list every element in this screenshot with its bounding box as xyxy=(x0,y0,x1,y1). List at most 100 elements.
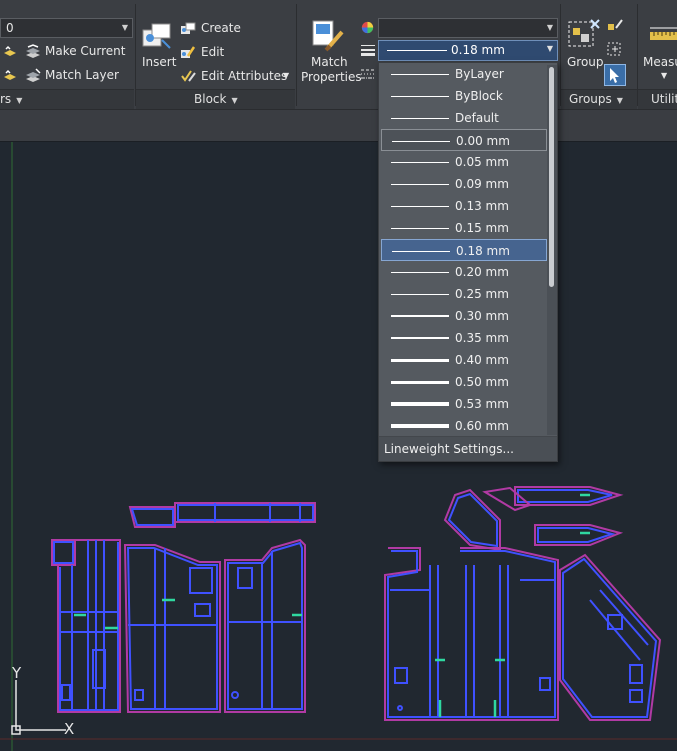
lineweight-options: ByLayer ByBlock Default 0.00 mm 0.05 mm 0.09 … xyxy=(381,63,547,437)
linetype-icon xyxy=(361,69,375,79)
insert-block-icon xyxy=(142,23,171,49)
lineweight-option-label: 0.53 mm xyxy=(455,397,509,411)
lineweight-sample xyxy=(391,206,449,207)
lineweight-sample xyxy=(391,315,449,317)
lineweight-sample xyxy=(391,118,449,119)
ucs-y-label: Y xyxy=(12,664,22,682)
lineweight-option-label: 0.35 mm xyxy=(455,331,509,345)
edit-block-icon xyxy=(181,46,196,58)
lineweight-option-label: 0.00 mm xyxy=(456,134,510,148)
scrollbar-thumb[interactable] xyxy=(549,67,554,287)
match-properties-icon xyxy=(312,20,344,52)
lineweight-option-label: 0.30 mm xyxy=(455,309,509,323)
lineweight-scrollbar[interactable] xyxy=(547,65,557,435)
lineweight-icon xyxy=(361,45,375,56)
lineweight-settings-option[interactable]: Lineweight Settings... xyxy=(379,436,557,461)
lineweight-option[interactable]: 0.15 mm xyxy=(381,217,547,239)
cursor-icon xyxy=(610,68,619,83)
ucs-icon: Y X xyxy=(6,664,86,738)
lineweight-sample xyxy=(391,381,449,384)
lineweight-option[interactable]: 0.60 mm xyxy=(381,415,547,437)
utilities-panel-title[interactable]: Utilit xyxy=(651,92,677,106)
match-properties-label-1[interactable]: Match xyxy=(311,55,348,69)
lineweight-sample xyxy=(392,251,450,252)
make-current-icon xyxy=(26,44,40,58)
layer-combo[interactable]: 0 ▼ xyxy=(0,18,133,38)
create-block-button[interactable]: Create xyxy=(201,21,241,35)
lineweight-option[interactable]: 0.09 mm xyxy=(381,173,547,195)
match-properties-label-2[interactable]: Properties xyxy=(301,70,362,84)
lineweight-sample xyxy=(391,74,449,75)
panel-separator xyxy=(296,4,297,106)
lineweight-sample xyxy=(391,337,449,339)
chevron-down-icon: ▼ xyxy=(231,96,238,105)
lineweight-sample xyxy=(391,424,449,428)
lineweight-option-label: 0.09 mm xyxy=(455,177,509,191)
layers-panel-title[interactable]: rs ▼ xyxy=(0,92,22,106)
color-combo[interactable]: ▼ xyxy=(378,18,558,38)
ribbon: 0 ▼ Make Current Match Layer rs ▼ Insert … xyxy=(0,0,677,110)
lineweight-option[interactable]: 0.25 mm xyxy=(381,283,547,305)
lineweight-sample xyxy=(391,359,449,362)
ucs-x-label: X xyxy=(64,720,75,738)
group-selection-toggle[interactable] xyxy=(604,64,626,86)
lineweight-option[interactable]: ByBlock xyxy=(381,85,547,107)
chevron-down-icon: ▼ xyxy=(121,23,128,32)
lineweight-option[interactable]: 0.50 mm xyxy=(381,371,547,393)
lineweight-option-label: 0.20 mm xyxy=(455,265,509,279)
lineweight-option[interactable]: 0.13 mm xyxy=(381,195,547,217)
lineweight-combo[interactable]: 0.18 mm ▼ xyxy=(378,40,558,61)
lineweight-option[interactable]: 0.18 mm xyxy=(381,239,547,261)
ungroup-icon xyxy=(608,19,623,30)
lineweight-sample xyxy=(391,294,449,295)
lineweight-option[interactable]: 0.20 mm xyxy=(381,261,547,283)
lineweight-option[interactable]: ByLayer xyxy=(381,63,547,85)
chevron-down-icon: ▼ xyxy=(616,96,623,105)
block-panel-title[interactable]: Block ▼ xyxy=(194,92,238,106)
chevron-down-icon[interactable]: ▼ xyxy=(661,71,667,80)
insert-button[interactable]: Insert xyxy=(142,55,176,69)
lineweight-sample xyxy=(391,184,449,185)
lineweight-option-label: 0.60 mm xyxy=(455,419,509,433)
group-edit-icon xyxy=(607,42,621,56)
lineweight-sample xyxy=(391,272,449,273)
edit-block-button[interactable]: Edit xyxy=(201,45,224,59)
lineweight-sample xyxy=(391,228,449,229)
lineweight-combo-value: 0.18 mm xyxy=(451,43,505,57)
chevron-down-icon: ▼ xyxy=(546,23,553,32)
group-icon xyxy=(568,19,600,47)
make-current-button[interactable]: Make Current xyxy=(45,44,126,58)
lineweight-option-label: 0.05 mm xyxy=(455,155,509,169)
lineweight-sample xyxy=(391,402,449,406)
lineweight-sample xyxy=(391,96,449,97)
chevron-down-icon[interactable]: ▼ xyxy=(283,71,289,80)
lineweight-option[interactable]: Default xyxy=(381,107,547,129)
measure-icon xyxy=(650,27,677,40)
file-tab-strip xyxy=(0,110,677,142)
lineweight-option-label: 0.40 mm xyxy=(455,353,509,367)
lineweight-option-label: 0.18 mm xyxy=(456,244,510,258)
group-button[interactable]: Group xyxy=(567,55,604,69)
groups-panel-title[interactable]: Groups ▼ xyxy=(569,92,623,106)
lineweight-dropdown-list[interactable]: ByLayer ByBlock Default 0.00 mm 0.05 mm 0.09 … xyxy=(378,62,558,462)
lineweight-option-label: ByBlock xyxy=(455,89,503,103)
layer-state-icon xyxy=(4,45,16,56)
layer-walk-icon xyxy=(4,69,16,80)
drawing-part-right xyxy=(384,486,662,721)
match-layer-button[interactable]: Match Layer xyxy=(45,68,119,82)
lineweight-option[interactable]: 0.53 mm xyxy=(381,393,547,415)
lineweight-option-label: Default xyxy=(455,111,499,125)
lineweight-option[interactable]: 0.30 mm xyxy=(381,305,547,327)
drawing-canvas[interactable]: Y X xyxy=(0,142,677,751)
create-block-icon xyxy=(181,22,196,34)
drawing-part-left xyxy=(51,502,316,713)
lineweight-settings-label: Lineweight Settings... xyxy=(384,442,514,456)
lineweight-option[interactable]: 0.40 mm xyxy=(381,349,547,371)
lineweight-option[interactable]: 0.35 mm xyxy=(381,327,547,349)
lineweight-option-label: 0.50 mm xyxy=(455,375,509,389)
edit-attributes-button[interactable]: Edit Attributes xyxy=(201,69,287,83)
lineweight-option[interactable]: 0.05 mm xyxy=(381,151,547,173)
measure-button[interactable]: Measu xyxy=(643,55,677,69)
lineweight-sample xyxy=(391,162,449,163)
lineweight-option[interactable]: 0.00 mm xyxy=(381,129,547,151)
